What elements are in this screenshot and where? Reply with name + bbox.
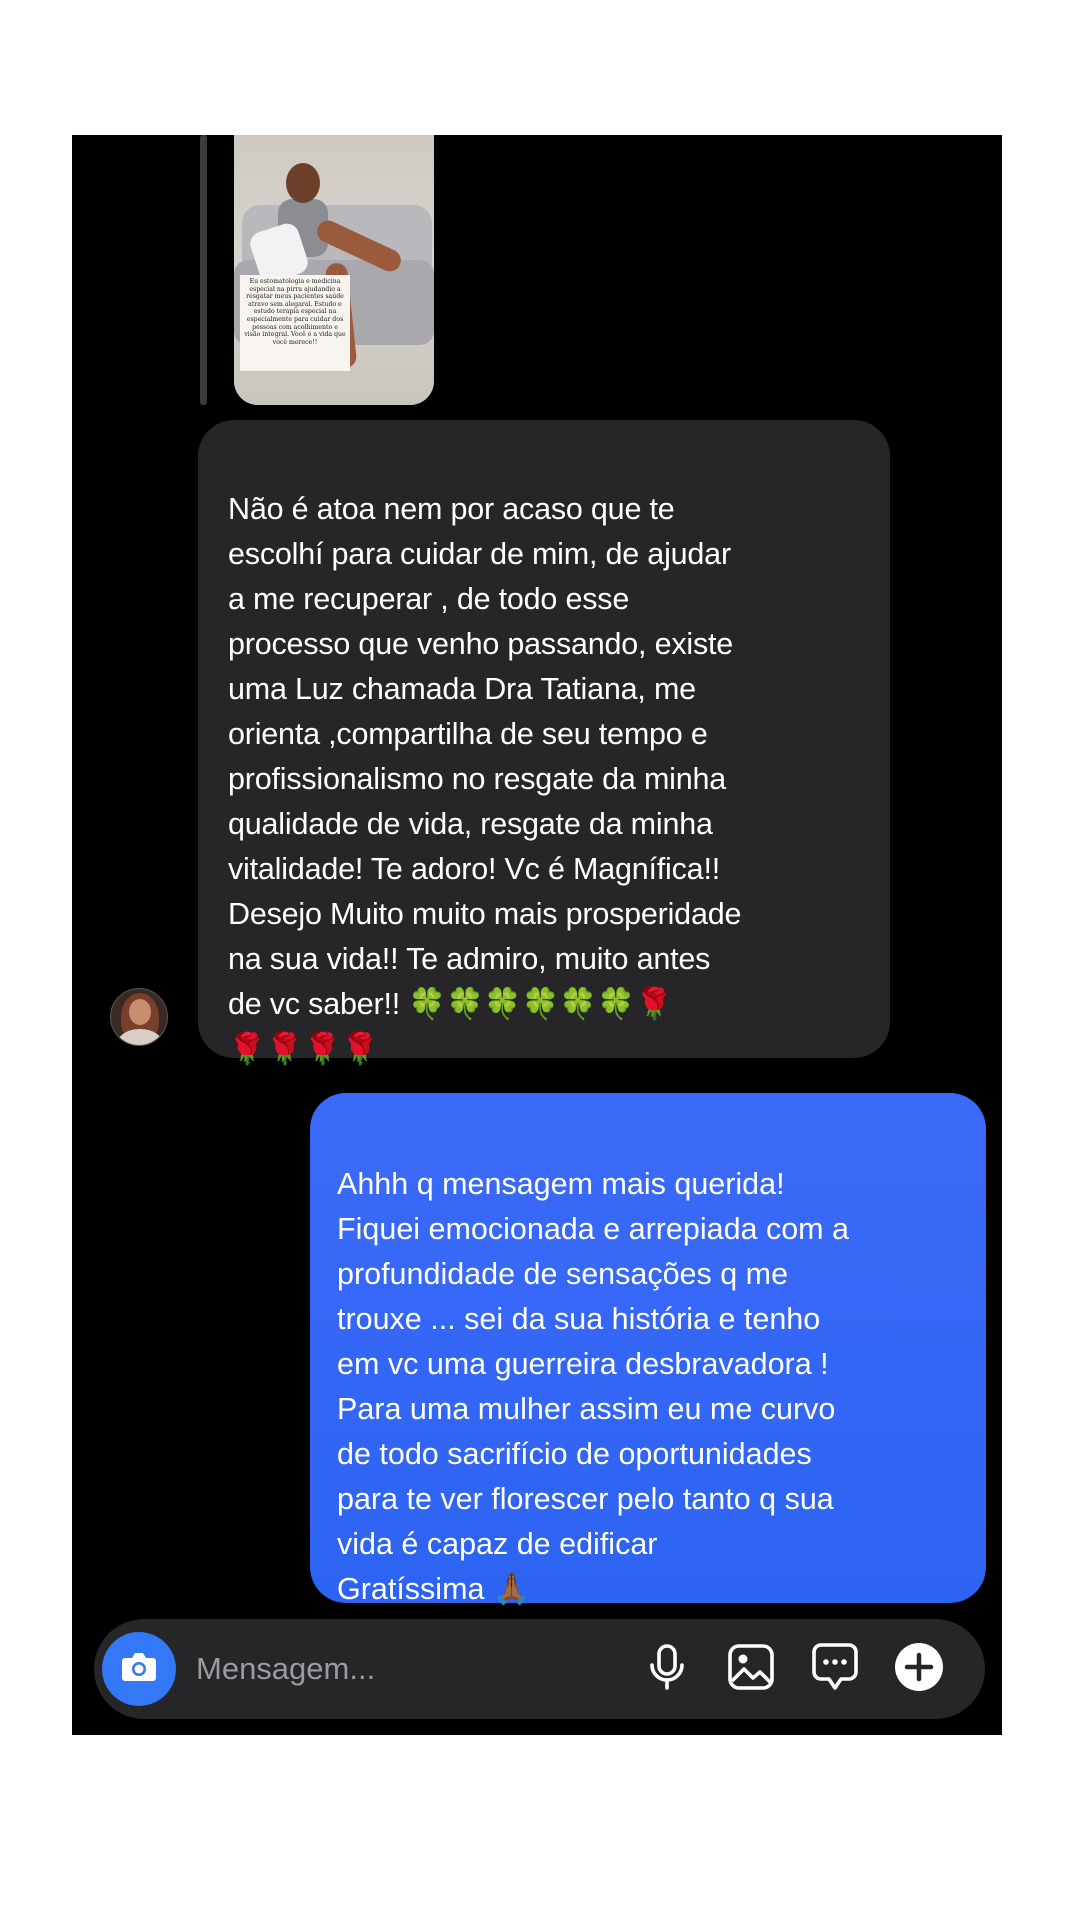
- gallery-button[interactable]: [726, 1643, 776, 1696]
- story-person-head: [286, 163, 320, 203]
- story-thumbnail[interactable]: Eu estomatologia e medicina especial na …: [234, 135, 434, 405]
- add-button[interactable]: [894, 1642, 944, 1697]
- microphone-icon: [647, 1643, 687, 1696]
- sticker-button[interactable]: [810, 1642, 860, 1697]
- camera-button[interactable]: [102, 1632, 176, 1706]
- chat-screen: Eu estomatologia e medicina especial na …: [72, 135, 1002, 1735]
- camera-icon: [119, 1650, 159, 1689]
- story-caption: Eu estomatologia e medicina especial na …: [240, 275, 350, 371]
- plus-icon: [894, 1642, 944, 1697]
- microphone-button[interactable]: [642, 1643, 692, 1696]
- message-text: Ahhh q mensagem mais querida! Fiquei emo…: [337, 1167, 850, 1606]
- message-outgoing[interactable]: Ahhh q mensagem mais querida! Fiquei emo…: [310, 1093, 986, 1606]
- gallery-icon: [727, 1643, 775, 1696]
- message-text: Não é atoa nem por acaso que te escolhí …: [228, 492, 742, 1066]
- sender-avatar[interactable]: [110, 988, 168, 1046]
- message-input[interactable]: [196, 1643, 596, 1695]
- story-reply-indicator: [200, 135, 207, 405]
- sticker-icon: [811, 1642, 859, 1697]
- message-composer: [94, 1619, 985, 1719]
- message-incoming[interactable]: Não é atoa nem por acaso que te escolhí …: [198, 420, 890, 1066]
